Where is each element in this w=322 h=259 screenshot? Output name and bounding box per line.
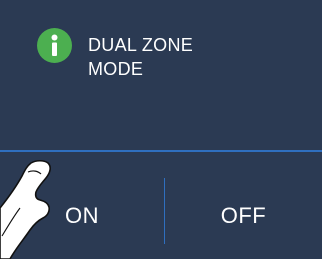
on-button-label: ON <box>65 202 99 228</box>
on-button[interactable]: ON <box>0 152 164 259</box>
off-button[interactable]: OFF <box>165 152 322 259</box>
info-icon <box>37 28 72 63</box>
off-button-label: OFF <box>220 202 267 228</box>
dual-zone-dialog: DUAL ZONE MODE ON OFF <box>0 0 322 259</box>
dialog-header: DUAL ZONE MODE <box>0 0 322 150</box>
dialog-title: DUAL ZONE MODE <box>88 35 194 79</box>
